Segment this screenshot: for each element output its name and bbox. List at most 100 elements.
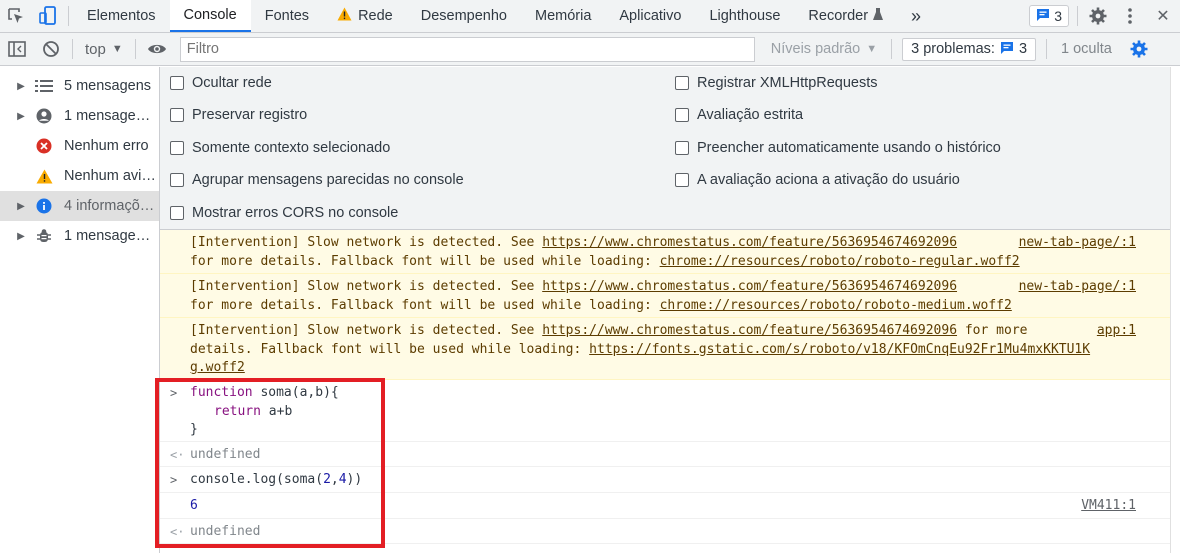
checkbox[interactable] <box>170 76 184 90</box>
setting-hide-network[interactable]: Ocultar rede <box>170 75 272 91</box>
problems-count: 3 <box>1018 41 1028 57</box>
sidebar-item-errors[interactable]: ▶ Nenhum erro <box>0 131 159 161</box>
dropdown-arrow-icon: ▼ <box>111 43 123 55</box>
console-prompt-input[interactable]: > <box>160 544 1170 553</box>
live-expression-eye-icon[interactable] <box>140 33 174 66</box>
setting-label: Preencher automaticamente usando o histó… <box>697 140 1001 156</box>
source-link[interactable]: new-tab-page/:1 <box>1019 234 1136 253</box>
input-prompt-icon: > <box>170 473 178 487</box>
setting-show-cors-errors[interactable]: Mostrar erros CORS no console <box>170 205 398 221</box>
sidebar-item-messages[interactable]: ▶ 5 mensagens <box>0 71 159 101</box>
tab-recorder[interactable]: Recorder <box>794 0 897 32</box>
message-icon <box>1036 8 1050 24</box>
console-log-line: 6 VM411:1 <box>160 493 1170 519</box>
console-sidebar: ▶ 5 mensagens ▶ 1 mensage… ▶ Nenhum erro… <box>0 67 160 553</box>
log-output: 6 <box>190 498 198 513</box>
sidebar-item-user-messages[interactable]: ▶ 1 mensage… <box>0 101 159 131</box>
code-keyword: return <box>214 403 261 419</box>
checkbox[interactable] <box>675 173 689 187</box>
tab-console[interactable]: Console <box>169 0 251 32</box>
setting-selected-context-only[interactable]: Somente contexto selecionado <box>170 140 390 156</box>
checkbox[interactable] <box>675 141 689 155</box>
setting-label: Ocultar rede <box>192 75 272 91</box>
checkbox[interactable] <box>170 173 184 187</box>
setting-preserve-log[interactable]: Preservar registro <box>170 107 307 123</box>
tab-application[interactable]: Aplicativo <box>605 0 695 32</box>
setting-eager-evaluation[interactable]: Avaliação estrita <box>675 107 803 123</box>
checkbox[interactable] <box>170 141 184 155</box>
console-settings-gear-icon[interactable] <box>1122 33 1156 66</box>
setting-label: Avaliação estrita <box>697 107 804 123</box>
problems-label: 3 problemas: <box>911 41 995 57</box>
tab-network-label: Rede <box>358 8 393 24</box>
sidebar-item-warnings[interactable]: ▶ Nenhum avi… <box>0 161 159 191</box>
warning-text: details. Fallback font will be used whil… <box>190 341 590 357</box>
sidebar-item-verbose[interactable]: ▶ 1 mensage… <box>0 221 159 251</box>
close-devtools-button[interactable]: ✕ <box>1146 0 1180 32</box>
warning-link[interactable]: https://www.chromestatus.com/feature/563… <box>542 323 957 338</box>
setting-label: Somente contexto selecionado <box>192 140 391 156</box>
code-text: console.log(soma(2,4)) <box>190 472 363 487</box>
warning-text: for more details. Fallback font will be … <box>190 297 660 313</box>
issues-badge[interactable]: 3 <box>1029 5 1069 27</box>
font-link[interactable]: chrome://resources/roboto/roboto-regular… <box>660 254 1020 269</box>
console-warning-message: [Intervention] Slow network is detected.… <box>160 230 1170 274</box>
tab-lighthouse[interactable]: Lighthouse <box>695 0 794 32</box>
checkbox[interactable] <box>170 108 184 122</box>
tab-network[interactable]: Rede <box>323 0 407 32</box>
bug-icon <box>30 228 58 244</box>
source-link[interactable]: new-tab-page/:1 <box>1019 278 1136 297</box>
source-link[interactable]: VM411:1 <box>1081 497 1136 516</box>
setting-autocomplete-history[interactable]: Preencher automaticamente usando o histó… <box>675 140 1001 156</box>
result-arrow-icon: <· <box>170 525 185 539</box>
device-toolbar-icon[interactable] <box>32 0 64 32</box>
checkbox[interactable] <box>675 108 689 122</box>
setting-user-activation-eval[interactable]: A avaliação aciona a ativação do usuário <box>675 172 960 188</box>
context-value: top <box>85 40 106 58</box>
result-value: undefined <box>190 447 261 462</box>
input-prompt-icon: > <box>170 548 177 553</box>
font-link[interactable]: https://fonts.gstatic.com/s/roboto/v18/K… <box>589 342 1090 357</box>
warning-link[interactable]: https://www.chromestatus.com/feature/563… <box>542 279 957 294</box>
warning-text: [Intervention] Slow network is detected.… <box>190 323 543 338</box>
sidebar-item-info[interactable]: ▶ 4 informaçõ… <box>0 191 159 221</box>
code-keyword: function <box>190 385 253 400</box>
log-levels-dropdown[interactable]: Níveis padrão ▼ <box>761 41 887 57</box>
tab-separator <box>68 6 69 26</box>
tab-performance[interactable]: Desempenho <box>407 0 521 32</box>
setting-group-similar[interactable]: Agrupar mensagens parecidas no console <box>170 172 464 188</box>
tabbar-spacer <box>935 0 1025 32</box>
flask-icon <box>873 7 884 25</box>
font-link[interactable]: chrome://resources/roboto/roboto-medium.… <box>660 298 1012 313</box>
info-icon <box>30 198 58 214</box>
setting-label: Mostrar erros CORS no console <box>192 205 399 221</box>
tab-sources[interactable]: Fontes <box>251 0 323 32</box>
more-tabs-button[interactable]: » <box>897 0 935 32</box>
scrollbar[interactable] <box>1170 67 1180 553</box>
console-input-line: > console.log(soma(2,4)) <box>160 467 1170 493</box>
warning-link[interactable]: https://www.chromestatus.com/feature/563… <box>542 235 957 250</box>
setting-log-xhr[interactable]: Registrar XMLHttpRequests <box>675 75 878 91</box>
context-selector[interactable]: top ▼ <box>77 41 131 58</box>
problems-button[interactable]: 3 problemas: 3 <box>902 37 1037 61</box>
font-link-continued[interactable]: g.woff2 <box>190 360 245 375</box>
checkbox[interactable] <box>170 206 184 220</box>
tab-recorder-label: Recorder <box>808 8 869 24</box>
inspect-element-icon[interactable] <box>0 0 32 32</box>
clear-console-icon[interactable] <box>34 33 68 66</box>
tab-elements[interactable]: Elementos <box>73 0 170 32</box>
expand-arrow-icon: ▶ <box>17 230 25 242</box>
kebab-menu-icon[interactable] <box>1114 0 1146 32</box>
sidebar-item-label: 5 mensagens <box>64 78 152 94</box>
sidebar-item-label: Nenhum erro <box>64 138 149 154</box>
filter-input[interactable] <box>179 36 755 62</box>
sidebar-toggle-icon[interactable] <box>0 33 34 66</box>
tab-memory[interactable]: Memória <box>521 0 605 32</box>
setting-label: Registrar XMLHttpRequests <box>697 75 878 91</box>
sidebar-item-label: Nenhum avi… <box>64 168 156 184</box>
code-text: a+b <box>260 403 293 419</box>
source-link[interactable]: app:1 <box>1097 322 1136 341</box>
issues-count: 3 <box>1054 8 1062 24</box>
settings-gear-icon[interactable] <box>1082 0 1114 32</box>
checkbox[interactable] <box>675 76 689 90</box>
